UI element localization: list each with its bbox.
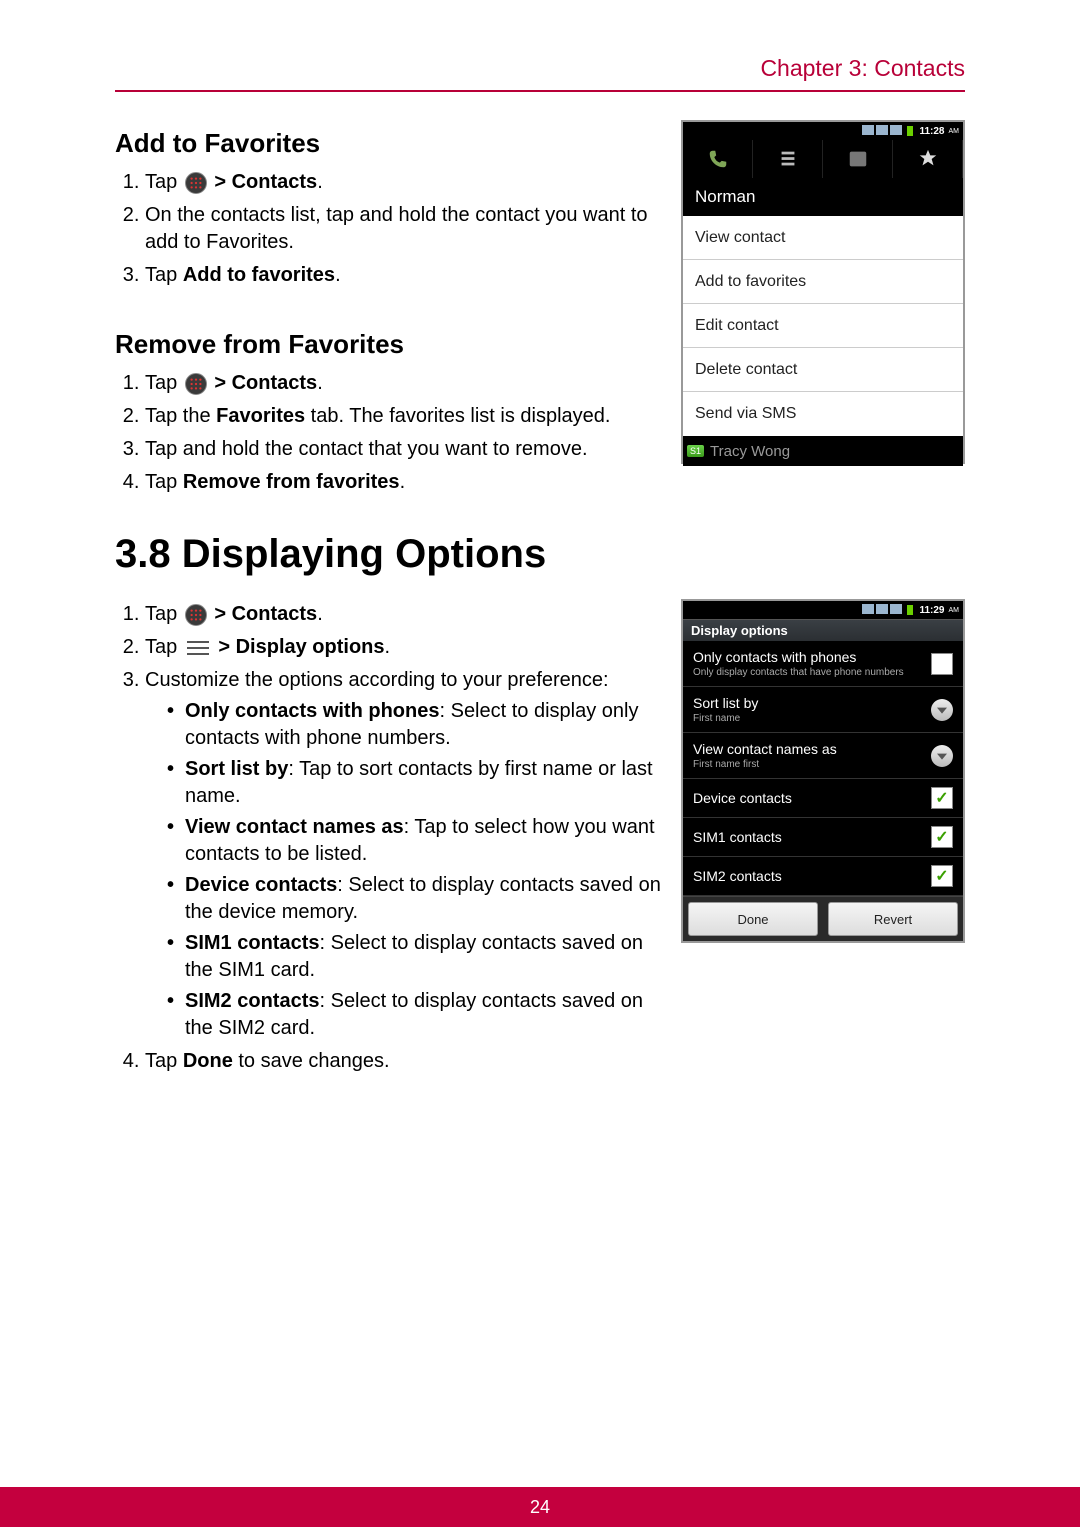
step: Tap and hold the contact that you want t… (145, 436, 663, 463)
status-time: 11:29 (919, 605, 944, 616)
step: On the contacts list, tap and hold the c… (145, 202, 663, 256)
ctx-add-to-favorites[interactable]: Add to favorites (683, 260, 963, 304)
ctx-view-contact[interactable]: View contact (683, 216, 963, 260)
status-bar: 11:28 AM (683, 122, 963, 140)
apps-icon (185, 604, 207, 626)
footer: 24 (0, 1487, 1080, 1527)
option-title: SIM1 contacts (693, 829, 931, 845)
checkbox-icon[interactable] (931, 826, 953, 848)
checkbox-icon[interactable] (931, 865, 953, 887)
step: Tap Add to favorites. (145, 262, 663, 289)
option-text: SIM2 contacts (693, 868, 931, 884)
option-title: View contact names as (693, 741, 931, 757)
remove-from-favorites-heading: Remove from Favorites (115, 329, 663, 360)
option-row[interactable]: Only contacts with phones Only display co… (683, 641, 963, 687)
checkbox-icon[interactable] (931, 787, 953, 809)
option-text: SIM1 contacts (693, 829, 931, 845)
status-ampm: AM (949, 607, 960, 614)
option-text: View contact names as First name first (693, 741, 931, 770)
dropdown-icon[interactable] (931, 745, 953, 767)
bullet: Device contacts: Select to display conta… (167, 872, 663, 926)
revert-button[interactable]: Revert (828, 902, 958, 936)
ctx-send-via-sms[interactable]: Send via SMS (683, 392, 963, 436)
step: Customize the options according to your … (145, 667, 663, 1042)
option-row[interactable]: Sort list by First name (683, 687, 963, 733)
status-bar: 11:29 AM (683, 601, 963, 619)
step: Tap the Favorites tab. The favorites lis… (145, 403, 663, 430)
sim-badge: S1 (687, 445, 704, 457)
done-button[interactable]: Done (688, 902, 818, 936)
battery-icon (907, 126, 913, 136)
battery-icon (907, 605, 913, 615)
option-text: Only contacts with phones Only display co… (693, 649, 931, 678)
chapter-header: Chapter 3: Contacts (115, 55, 965, 92)
signal-icon (862, 125, 904, 138)
page-number: 24 (530, 1497, 550, 1518)
options-bullets: Only contacts with phones: Select to dis… (167, 698, 663, 1042)
displaying-options-steps: Tap > Contacts. Tap (145, 601, 663, 1075)
option-row[interactable]: Device contacts (683, 779, 963, 818)
step: Tap > Contacts. (145, 169, 663, 196)
tab-dial[interactable] (683, 140, 753, 178)
option-row[interactable]: SIM2 contacts (683, 857, 963, 896)
option-text: Device contacts (693, 790, 931, 806)
menu-icon (185, 639, 211, 657)
displaying-options-text: Tap > Contacts. Tap (115, 595, 663, 1081)
option-title: SIM2 contacts (693, 868, 931, 884)
bullet: Only contacts with phones: Select to dis… (167, 698, 663, 752)
option-row[interactable]: SIM1 contacts (683, 818, 963, 857)
ctx-delete-contact[interactable]: Delete contact (683, 348, 963, 392)
apps-icon (185, 373, 207, 395)
option-text: Sort list by First name (693, 695, 931, 724)
option-subtitle: Only display contacts that have phone nu… (693, 667, 931, 678)
screenshot-contact-context-menu: 11:28 AM Norman View contact Add to favo… (681, 120, 965, 464)
contacts-tab-row (683, 140, 963, 178)
step: Tap > Display options. (145, 634, 663, 661)
bullet: SIM2 contacts: Select to display contact… (167, 988, 663, 1042)
add-to-favorites-heading: Add to Favorites (115, 128, 663, 159)
step: Tap Remove from favorites. (145, 469, 663, 496)
bullet: SIM1 contacts: Select to display contact… (167, 930, 663, 984)
display-options-header: Display options (683, 619, 963, 641)
ctx-edit-contact[interactable]: Edit contact (683, 304, 963, 348)
bullet: Sort list by: Tap to sort contacts by fi… (167, 756, 663, 810)
tab-favorites[interactable] (893, 140, 963, 178)
option-subtitle: First name (693, 713, 931, 724)
signal-icon (862, 604, 904, 617)
step: Tap > Contacts. (145, 601, 663, 628)
checkbox-icon[interactable] (931, 653, 953, 675)
status-time: 11:28 (919, 126, 944, 137)
bullet: View contact names as: Tap to select how… (167, 814, 663, 868)
tab-contacts[interactable] (823, 140, 893, 178)
option-subtitle: First name first (693, 759, 931, 770)
favorites-text-column: Add to Favorites Tap > Contacts. On the … (115, 114, 663, 502)
step: Tap Done to save changes. (145, 1048, 663, 1075)
remove-from-favorites-steps: Tap > Contacts. Tap the Favorites tab. T… (145, 370, 663, 496)
apps-icon (185, 172, 207, 194)
step: Tap > Contacts. (145, 370, 663, 397)
option-row[interactable]: View contact names as First name first (683, 733, 963, 779)
dropdown-icon[interactable] (931, 699, 953, 721)
tab-log[interactable] (753, 140, 823, 178)
add-to-favorites-steps: Tap > Contacts. On the contacts list, ta… (145, 169, 663, 289)
background-contact-row: S1 Tracy Wong (683, 436, 963, 466)
screenshot-display-options: 11:29 AM Display options Only contacts w… (681, 599, 965, 943)
status-ampm: AM (949, 128, 960, 135)
context-title: Norman (683, 178, 963, 216)
option-title: Device contacts (693, 790, 931, 806)
option-title: Only contacts with phones (693, 649, 931, 665)
option-title: Sort list by (693, 695, 931, 711)
displaying-options-heading: 3.8 Displaying Options (115, 532, 965, 577)
